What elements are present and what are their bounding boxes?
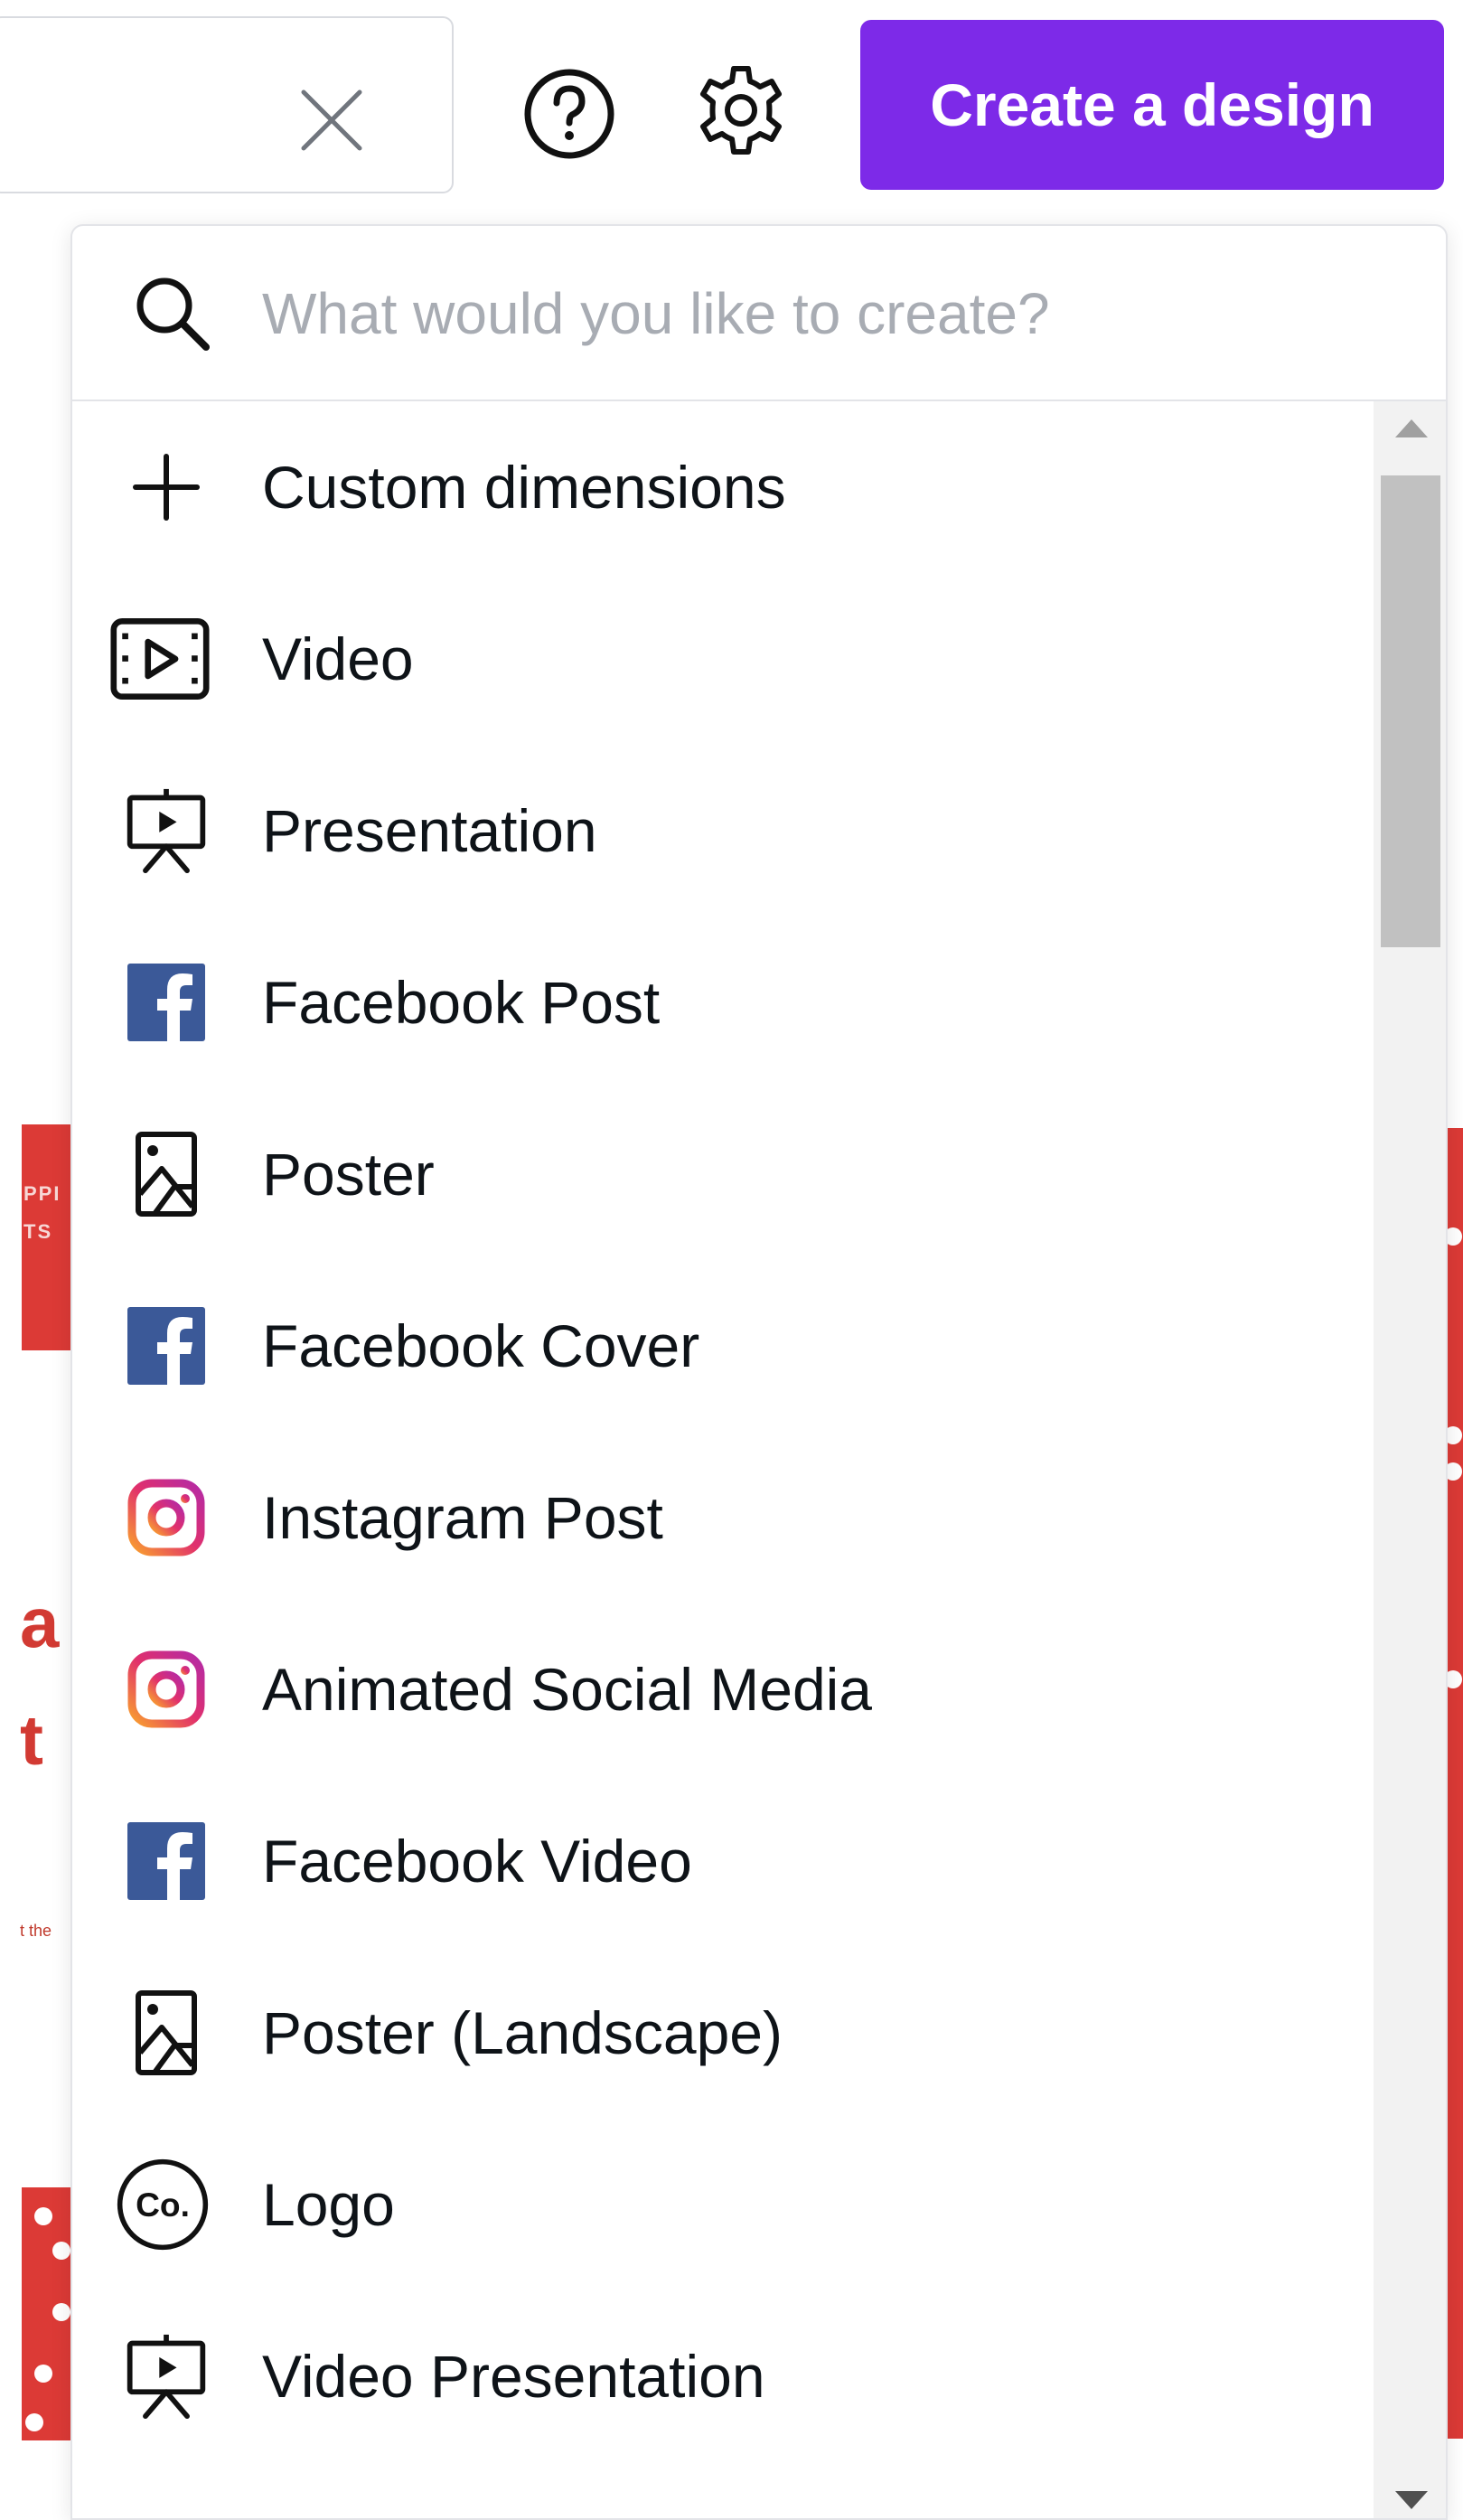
instagram-icon bbox=[123, 1474, 210, 1561]
instagram-icon bbox=[123, 1646, 210, 1733]
list-item-poster-landscape[interactable]: Poster (Landscape) bbox=[72, 1947, 1374, 2119]
presentation-icon bbox=[123, 2333, 210, 2420]
design-search-bar bbox=[72, 226, 1446, 401]
list-item-facebook-post[interactable]: Facebook Post bbox=[72, 917, 1374, 1088]
list-item-label: Video bbox=[262, 625, 414, 692]
list-item-logo[interactable]: Co. Logo bbox=[72, 2119, 1374, 2290]
list-item-label: Custom dimensions bbox=[262, 454, 786, 521]
facebook-icon bbox=[123, 1302, 210, 1389]
facebook-icon bbox=[123, 1818, 210, 1904]
list-item-presentation[interactable]: Presentation bbox=[72, 745, 1374, 917]
list-item-label: Animated Social Media bbox=[262, 1656, 873, 1723]
search-icon bbox=[136, 277, 210, 351]
background-text-fragment: t bbox=[20, 1700, 43, 1780]
list-item-instagram-post[interactable]: Instagram Post bbox=[72, 1432, 1374, 1603]
background-thumbnail-text: TS bbox=[23, 1220, 53, 1243]
design-search-input[interactable] bbox=[260, 266, 1384, 362]
scroll-down-arrow-icon[interactable] bbox=[1395, 2491, 1428, 2509]
header-search-box[interactable] bbox=[0, 16, 454, 193]
background-text-fragment: t the bbox=[20, 1922, 52, 1940]
list-item-animated-social-media[interactable]: Animated Social Media bbox=[72, 1603, 1374, 1775]
list-item-video[interactable]: Video bbox=[72, 573, 1374, 745]
logo-icon: Co. bbox=[117, 2158, 210, 2251]
poster-icon bbox=[123, 1989, 210, 2076]
list-item-label: Instagram Post bbox=[262, 1484, 663, 1551]
list-item-label: Facebook Cover bbox=[262, 1312, 700, 1379]
list-item-label: Poster bbox=[262, 1141, 435, 1208]
list-item-video-presentation[interactable]: Video Presentation bbox=[72, 2290, 1374, 2462]
presentation-icon bbox=[123, 787, 210, 874]
list-item-poster[interactable]: Poster bbox=[72, 1088, 1374, 1260]
list-item-label: Facebook Post bbox=[262, 969, 661, 1036]
list-item-label: Video Presentation bbox=[262, 2343, 765, 2410]
plus-icon bbox=[123, 444, 210, 531]
create-design-dropdown: Custom dimensions Video bbox=[70, 224, 1448, 2520]
background-card-thumbnail bbox=[22, 2187, 72, 2440]
list-item-label: Logo bbox=[262, 2171, 395, 2238]
scroll-up-arrow-icon[interactable] bbox=[1395, 419, 1428, 437]
poster-icon bbox=[123, 1131, 210, 1218]
help-icon[interactable] bbox=[522, 67, 616, 161]
design-type-list: Custom dimensions Video Presentation Fac… bbox=[72, 401, 1374, 2518]
svg-text:Co.: Co. bbox=[136, 2186, 190, 2224]
list-item-label: Presentation bbox=[262, 797, 597, 864]
background-thumbnail-text: PPI bbox=[23, 1182, 61, 1205]
video-icon bbox=[110, 616, 210, 702]
close-icon[interactable] bbox=[298, 87, 365, 154]
scrollbar-thumb[interactable] bbox=[1381, 475, 1440, 947]
list-item-facebook-cover[interactable]: Facebook Cover bbox=[72, 1260, 1374, 1432]
list-item-facebook-video[interactable]: Facebook Video bbox=[72, 1775, 1374, 1947]
background-text-fragment: a bbox=[20, 1583, 60, 1662]
facebook-icon bbox=[123, 959, 210, 1046]
gear-icon[interactable] bbox=[692, 61, 790, 159]
scrollbar[interactable] bbox=[1374, 401, 1446, 2518]
list-item-custom-dimensions[interactable]: Custom dimensions bbox=[72, 401, 1374, 573]
list-item-label: Facebook Video bbox=[262, 1828, 692, 1895]
background-card-thumbnail: PPI TS bbox=[22, 1124, 72, 1350]
create-design-button[interactable]: Create a design bbox=[860, 20, 1444, 190]
list-item-label: Poster (Landscape) bbox=[262, 1999, 783, 2066]
